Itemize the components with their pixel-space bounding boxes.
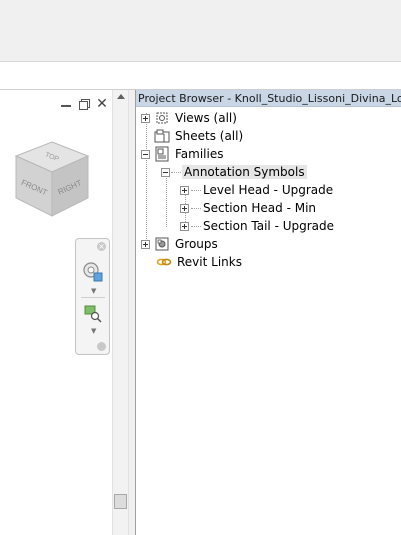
chevron-down-icon[interactable]: ▼ xyxy=(91,287,96,295)
project-browser: Project Browser - Knoll_Studio_Lissoni_D… xyxy=(135,90,401,535)
tree-item-revit-links[interactable]: Revit Links xyxy=(154,253,242,271)
steering-wheel-icon[interactable] xyxy=(82,261,104,283)
project-tree: Views (all) Sheets (all) Families Annota… xyxy=(136,109,401,535)
expand-icon[interactable] xyxy=(180,203,189,213)
expand-icon[interactable] xyxy=(180,185,189,195)
expand-icon[interactable] xyxy=(180,221,189,231)
navbar-options-icon[interactable] xyxy=(97,342,106,351)
scrollbar-thumb[interactable] xyxy=(114,494,127,509)
tree-item-section-tail[interactable]: Section Tail - Upgrade xyxy=(180,217,334,235)
tree-item-groups[interactable]: Groups xyxy=(141,235,218,253)
tree-connector xyxy=(146,113,147,241)
viewcube[interactable]: TOP FRONT RIGHT xyxy=(12,138,92,220)
zoom-icon[interactable] xyxy=(84,305,102,323)
tree-item-label: Families xyxy=(175,147,224,161)
navbar-divider xyxy=(81,297,105,298)
tree-item-sheets[interactable]: Sheets (all) xyxy=(154,127,243,145)
tree-item-label: Section Head - Min xyxy=(203,201,317,215)
expand-icon[interactable] xyxy=(141,239,150,249)
expand-icon[interactable] xyxy=(141,113,150,123)
tree-item-level-head[interactable]: Level Head - Upgrade xyxy=(180,181,333,199)
project-browser-title: Project Browser - Knoll_Studio_Lissoni_D… xyxy=(136,90,401,107)
tree-item-label: Annotation Symbols xyxy=(182,165,307,179)
tree-item-label: Views (all) xyxy=(175,111,237,125)
tree-item-section-head[interactable]: Section Head - Min xyxy=(180,199,316,217)
tree-item-label: Groups xyxy=(175,237,218,251)
groups-icon xyxy=(155,237,169,251)
close-icon[interactable]: ✕ xyxy=(96,97,108,111)
view-window-controls: ✕ xyxy=(60,97,108,111)
ribbon-area xyxy=(0,0,401,62)
tree-item-views[interactable]: Views (all) xyxy=(141,109,237,127)
minimize-icon[interactable] xyxy=(60,98,72,110)
families-icon xyxy=(155,146,169,162)
drawing-viewport[interactable]: ✕ TOP FRONT RIGHT × ▼ ▼ xyxy=(0,90,112,535)
link-icon xyxy=(156,258,172,266)
tree-item-families[interactable]: Families xyxy=(141,145,223,163)
tree-item-annotation-symbols[interactable]: Annotation Symbols xyxy=(161,163,307,181)
tree-item-label: Section Tail - Upgrade xyxy=(203,219,335,233)
tree-item-label: Revit Links xyxy=(177,255,242,269)
viewport-vertical-scrollbar[interactable] xyxy=(112,90,129,535)
navbar-close-icon[interactable]: × xyxy=(97,242,106,251)
sheets-icon xyxy=(154,129,170,143)
chevron-down-icon[interactable]: ▼ xyxy=(91,327,96,335)
views-icon xyxy=(156,112,168,124)
scroll-up-icon[interactable] xyxy=(117,94,125,99)
tree-item-label: Sheets (all) xyxy=(175,129,244,143)
restore-icon[interactable] xyxy=(78,98,90,110)
collapse-icon[interactable] xyxy=(161,167,170,177)
navigation-bar: × ▼ ▼ xyxy=(75,238,110,355)
collapse-icon[interactable] xyxy=(141,149,150,159)
view-tab-bar xyxy=(0,62,401,90)
tree-item-label: Level Head - Upgrade xyxy=(203,183,334,197)
